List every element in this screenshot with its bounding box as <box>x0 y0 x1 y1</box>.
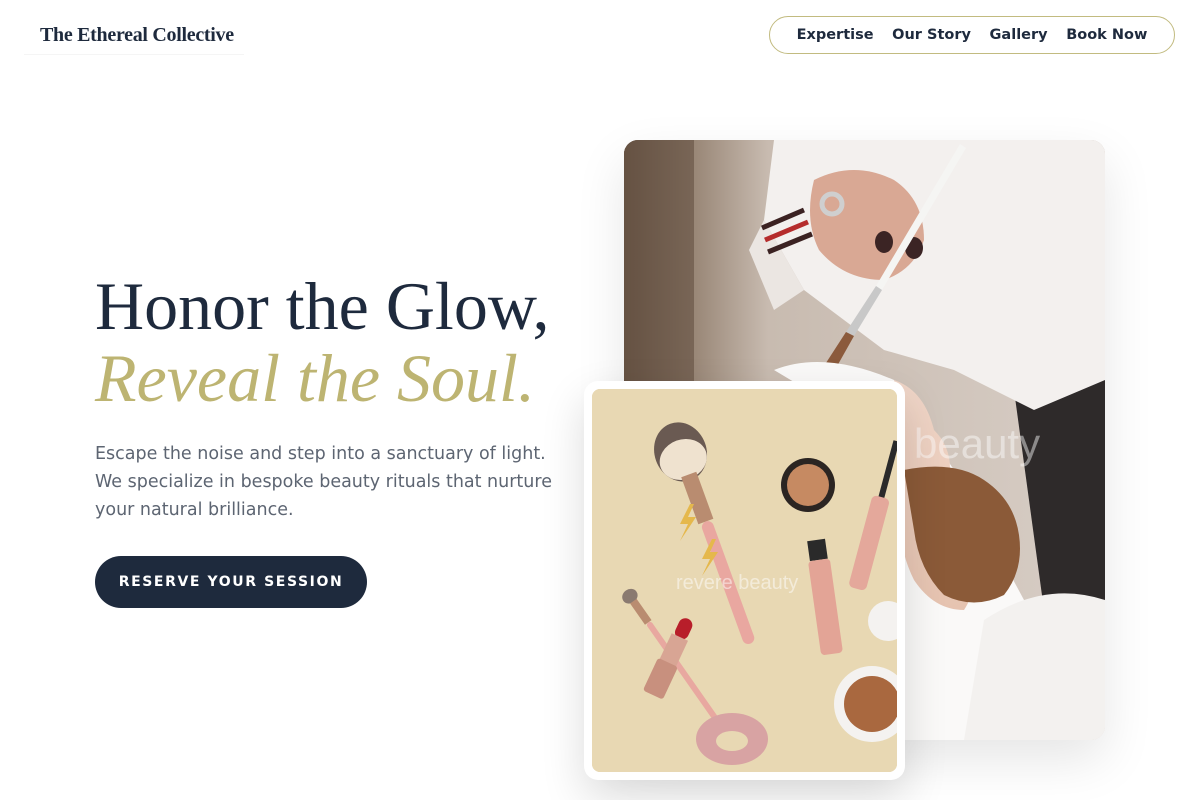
nav-item-book-now[interactable]: Book Now <box>1066 27 1147 43</box>
brand-logo[interactable]: The Ethereal Collective <box>24 16 244 54</box>
main-nav: Expertise Our Story Gallery Book Now <box>769 16 1175 54</box>
makeup-flatlay-image: revere beauty <box>592 389 897 772</box>
makeup-flatlay-card: revere beauty <box>584 381 905 780</box>
main-image-watermark: beauty <box>914 420 1040 467</box>
nav-item-expertise[interactable]: Expertise <box>797 27 874 43</box>
nav-item-gallery[interactable]: Gallery <box>990 27 1048 43</box>
hero-title: Honor the Glow, Reveal the Soul. <box>95 270 550 414</box>
hero-title-line1: Honor the Glow, <box>95 268 550 344</box>
reserve-session-button[interactable]: RESERVE YOUR SESSION <box>95 556 367 608</box>
hero-title-line2: Reveal the Soul. <box>95 340 535 416</box>
hero-description: Escape the noise and step into a sanctua… <box>95 444 552 520</box>
card-image-watermark: revere beauty <box>676 572 798 594</box>
nav-item-our-story[interactable]: Our Story <box>892 27 971 43</box>
makeup-flatlay-illustration: revere beauty <box>592 389 897 772</box>
